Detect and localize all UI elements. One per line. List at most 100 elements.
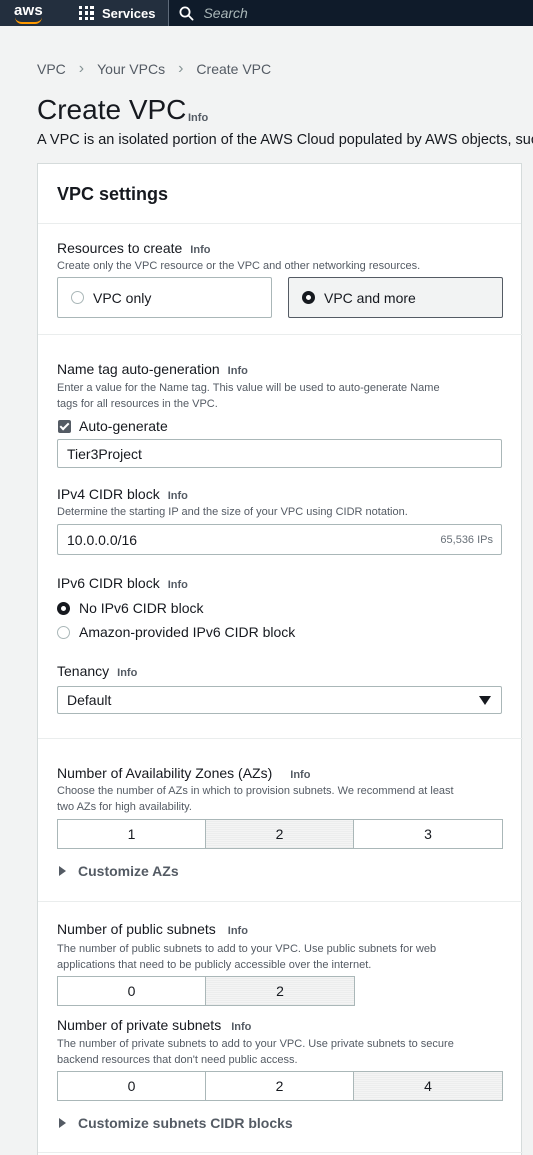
auto-generate-label: Auto-generate (79, 418, 168, 434)
ipv4-ip-count: 65,536 IPs (440, 533, 493, 546)
name-tag-value: Tier3Project (67, 445, 142, 462)
ipv4-value: 10.0.0.0/16 (67, 531, 138, 548)
tenancy-label-text: Tenancy (57, 663, 110, 679)
public-subnets-description-line: The number of public subnets to add to y… (57, 943, 437, 955)
public-subnets-description: The number of public subnets to add to y… (57, 941, 436, 973)
breadcrumb-vpc[interactable]: VPC (37, 61, 66, 77)
tenancy-info-link[interactable]: Info (117, 667, 137, 679)
private-subnets-label-text: Number of private subnets (57, 1017, 222, 1033)
azs-option-2[interactable]: 2 (206, 820, 354, 848)
name-tag-info-link[interactable]: Info (228, 365, 248, 377)
section-divider (38, 901, 523, 902)
private-subnets-info-link[interactable]: Info (231, 1021, 251, 1033)
breadcrumb-create-vpc: Create VPC (196, 61, 272, 77)
card-title: VPC settings (57, 184, 169, 204)
ipv6-info-link[interactable]: Info (168, 579, 188, 591)
public-subnets-info-link[interactable]: Info (228, 925, 248, 937)
search-icon (179, 6, 194, 21)
search-placeholder: Search (203, 5, 248, 21)
auto-generate-checkbox[interactable] (58, 420, 71, 433)
public-subnets-segmented-control: 0 2 (57, 976, 355, 1006)
name-tag-label-text: Name tag auto-generation (57, 361, 220, 377)
caret-right-icon (59, 1118, 66, 1128)
ipv4-description: Determine the starting IP and the size o… (57, 506, 408, 518)
section-divider (38, 1152, 523, 1153)
tenancy-label: Tenancy Info (57, 663, 137, 679)
search-input[interactable]: Search (169, 0, 533, 26)
chevron-right-icon: › (178, 60, 184, 77)
private-subnets-description-line: The number of private subnets to add to … (57, 1038, 454, 1050)
azs-label: Number of Availability Zones (AZs) Info (57, 765, 310, 781)
private-subnets-description: The number of private subnets to add to … (57, 1036, 454, 1068)
tenancy-value: Default (67, 692, 112, 708)
breadcrumb-your-vpcs[interactable]: Your VPCs (97, 61, 165, 77)
name-tag-label: Name tag auto-generation Info (57, 361, 248, 377)
customize-subnets-cidr-expander[interactable]: Customize subnets CIDR blocks (59, 1115, 293, 1131)
ipv6-label-text: IPv6 CIDR block (57, 575, 160, 591)
radio-selected-icon (302, 291, 315, 304)
private-subnets-description-line: backend resources that don't need public… (57, 1054, 298, 1066)
page-description: A VPC is an isolated portion of the AWS … (37, 132, 533, 148)
ipv6-label: IPv6 CIDR block Info (57, 575, 188, 591)
azs-option-3[interactable]: 3 (354, 820, 502, 848)
top-navigation: aws Services Search (0, 0, 533, 26)
public-subnets-description-line: applications that need to be publicly ac… (57, 959, 372, 971)
ipv4-label-text: IPv4 CIDR block (57, 486, 160, 502)
azs-label-text: Number of Availability Zones (AZs) (57, 765, 273, 781)
logo-text: aws (14, 1, 43, 19)
name-tag-description-line: Enter a value for the Name tag. This val… (57, 382, 440, 394)
private-subnets-option-0[interactable]: 0 (58, 1072, 206, 1100)
ipv6-option-amazon[interactable]: Amazon-provided IPv6 CIDR block (57, 624, 295, 640)
ipv4-cidr-input[interactable]: 10.0.0.0/16 65,536 IPs (57, 524, 502, 555)
private-subnets-option-2[interactable]: 2 (206, 1072, 354, 1100)
private-subnets-segmented-control: 0 2 4 (57, 1071, 503, 1101)
azs-info-link[interactable]: Info (290, 769, 310, 781)
caret-right-icon (59, 866, 66, 876)
vpc-only-label: VPC only (93, 289, 152, 306)
vpc-and-more-option[interactable]: VPC and more (288, 277, 503, 318)
chevron-right-icon: › (78, 60, 85, 77)
name-tag-input[interactable]: Tier3Project (57, 439, 502, 468)
radio-selected-icon (57, 601, 70, 615)
public-subnets-label-text: Number of public subnets (57, 921, 216, 937)
azs-option-1[interactable]: 1 (58, 820, 206, 848)
tenancy-select[interactable]: Default (57, 686, 502, 714)
vpc-settings-container: VPC settings Resources to create Info Cre… (37, 163, 523, 1155)
services-grid-icon (78, 5, 94, 21)
name-tag-description: Enter a value for the Name tag. This val… (57, 380, 440, 412)
azs-description-line: two AZs for high availability. (57, 801, 192, 813)
ipv4-info-link[interactable]: Info (168, 490, 188, 502)
customize-subnets-cidr-label: Customize subnets CIDR blocks (78, 1115, 293, 1131)
resources-label-text: Resources to create (57, 240, 183, 256)
azs-description: Choose the number of AZs in which to pro… (57, 783, 454, 815)
caret-down-icon (479, 696, 491, 705)
customize-azs-label: Customize AZs (78, 863, 179, 879)
breadcrumb: VPC › Your VPCs › Create VPC (37, 60, 271, 78)
azs-segmented-control: 1 2 3 (57, 819, 503, 849)
services-menu-button[interactable]: Services (78, 0, 155, 26)
private-subnets-label: Number of private subnets Info (57, 1017, 251, 1033)
ipv4-label: IPv4 CIDR block Info (57, 486, 188, 502)
ipv6-option-none[interactable]: No IPv6 CIDR block (57, 600, 203, 616)
radio-icon (57, 625, 70, 639)
vpc-only-option[interactable]: VPC only (57, 277, 272, 318)
page-title-info-link[interactable]: Info (188, 112, 208, 124)
azs-description-line: Choose the number of AZs in which to pro… (57, 785, 454, 797)
public-subnets-label: Number of public subnets Info (57, 921, 248, 937)
resources-label: Resources to create Info (57, 240, 210, 256)
aws-logo[interactable]: aws (14, 1, 43, 24)
private-subnets-option-4[interactable]: 4 (354, 1072, 502, 1100)
logo-smile-icon (15, 17, 42, 24)
customize-azs-expander[interactable]: Customize AZs (59, 863, 179, 879)
page-title: Create VPC (37, 94, 187, 125)
ipv6-option-none-label: No IPv6 CIDR block (79, 600, 204, 616)
card-header: VPC settings (38, 164, 521, 224)
ipv6-option-amazon-label: Amazon-provided IPv6 CIDR block (79, 624, 296, 640)
public-subnets-option-2[interactable]: 2 (206, 977, 354, 1005)
resources-description: Create only the VPC resource or the VPC … (57, 260, 421, 272)
name-tag-description-line: tags for all resources in the VPC. (57, 398, 218, 410)
radio-icon (71, 291, 84, 304)
resources-info-link[interactable]: Info (190, 244, 210, 256)
public-subnets-option-0[interactable]: 0 (58, 977, 206, 1005)
vpc-and-more-label: VPC and more (324, 289, 416, 306)
